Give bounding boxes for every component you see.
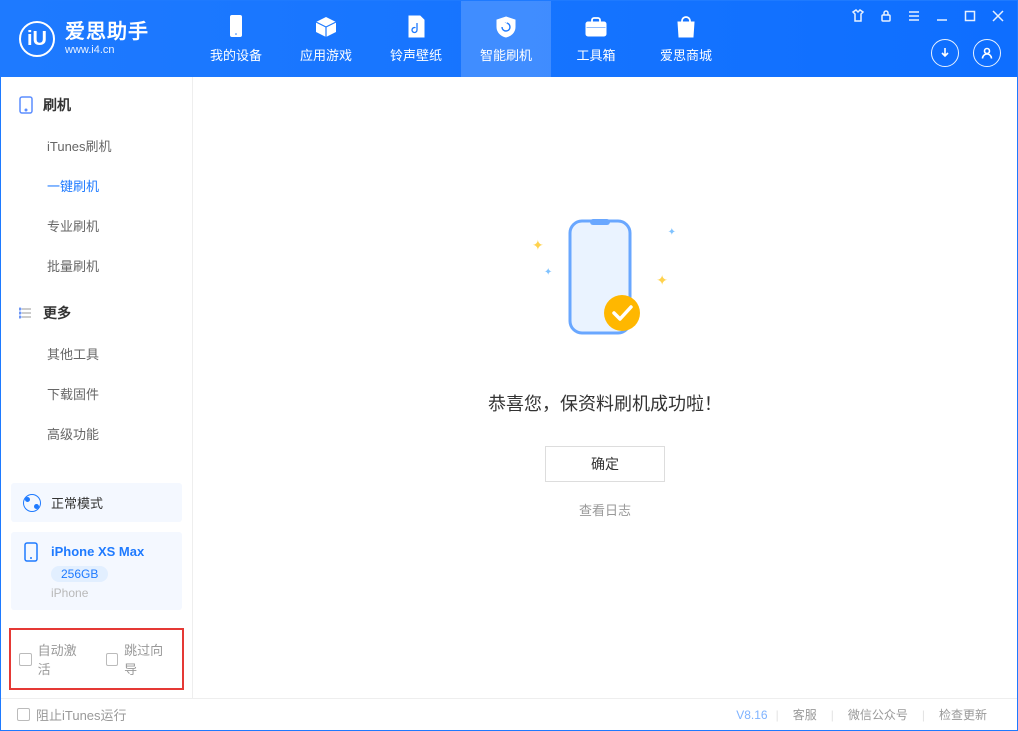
sidebar-section-flash: 刷机 (1, 77, 192, 125)
sidebar-item-label: iTunes刷机 (47, 136, 112, 155)
minimize-icon[interactable] (935, 9, 949, 23)
version-label: V8.16 (736, 708, 767, 722)
footer: 阻止iTunes运行 V8.16 | 客服 | 微信公众号 | 检查更新 (1, 698, 1017, 730)
list-icon (19, 306, 33, 320)
header: iU 爱思助手 www.i4.cn 我的设备 应用游戏 (1, 1, 1017, 77)
view-log-label: 查看日志 (579, 503, 631, 518)
user-button[interactable] (973, 39, 1001, 67)
titlebar-controls (851, 9, 1005, 23)
phone-success-icon (562, 217, 648, 347)
nav-ringtones-wallpapers[interactable]: 铃声壁纸 (371, 1, 461, 77)
device-small-icon (19, 96, 33, 114)
nav-my-device[interactable]: 我的设备 (191, 1, 281, 77)
sparkle-icon: ✦ (532, 237, 544, 254)
mode-icon (23, 494, 41, 512)
close-icon[interactable] (991, 9, 1005, 23)
music-file-icon (403, 14, 429, 40)
device-name: iPhone XS Max (51, 544, 144, 559)
footer-link-wechat[interactable]: 微信公众号 (834, 706, 922, 723)
refresh-shield-icon (493, 14, 519, 40)
sidebar-item-batch-flash[interactable]: 批量刷机 (47, 245, 192, 285)
sidebar-section-title: 刷机 (43, 95, 71, 115)
checkbox-icon (17, 708, 30, 721)
footer-link-support[interactable]: 客服 (779, 706, 831, 723)
nav-toolbox[interactable]: 工具箱 (551, 1, 641, 77)
sidebar-item-oneclick-flash[interactable]: 一键刷机 (47, 165, 192, 205)
nav-label: 应用游戏 (300, 45, 352, 64)
sidebar-item-advanced[interactable]: 高级功能 (47, 413, 192, 453)
nav-store[interactable]: 爱思商城 (641, 1, 731, 77)
nav-apps-games[interactable]: 应用游戏 (281, 1, 371, 77)
app-subtitle: www.i4.cn (65, 44, 149, 57)
device-capacity: 256GB (51, 566, 108, 582)
briefcase-icon (583, 14, 609, 40)
block-itunes-checkbox[interactable]: 阻止iTunes运行 (17, 705, 127, 724)
nav-label: 我的设备 (210, 45, 262, 64)
device-info-box[interactable]: iPhone XS Max 256GB iPhone (11, 532, 182, 610)
checkbox-icon (106, 653, 119, 666)
sidebar-item-label: 其他工具 (47, 344, 99, 363)
sidebar-item-label: 批量刷机 (47, 256, 99, 275)
auto-activate-checkbox[interactable]: 自动激活 (19, 640, 88, 678)
maximize-icon[interactable] (963, 9, 977, 23)
nav-label: 铃声壁纸 (390, 45, 442, 64)
body: 刷机 iTunes刷机 一键刷机 专业刷机 批量刷机 更多 其他工具 下载固件 … (1, 77, 1017, 698)
checkbox-label: 跳过向导 (124, 640, 174, 678)
sidebar: 刷机 iTunes刷机 一键刷机 专业刷机 批量刷机 更多 其他工具 下载固件 … (1, 77, 193, 698)
download-button[interactable] (931, 39, 959, 67)
sidebar-section-title: 更多 (43, 303, 71, 323)
nav-label: 爱思商城 (660, 45, 712, 64)
sparkle-icon: ✦ (656, 272, 668, 289)
phone-icon (223, 14, 249, 40)
sidebar-section-more: 更多 (1, 285, 192, 333)
view-log-link[interactable]: 查看日志 (579, 500, 631, 519)
ok-button[interactable]: 确定 (545, 446, 665, 482)
sparkle-icon: ✦ (668, 227, 676, 238)
ok-button-label: 确定 (591, 454, 619, 474)
header-action-buttons (931, 39, 1001, 67)
sidebar-flash-list: iTunes刷机 一键刷机 专业刷机 批量刷机 (1, 125, 192, 285)
sidebar-more-list: 其他工具 下载固件 高级功能 (1, 333, 192, 453)
sidebar-item-label: 高级功能 (47, 424, 99, 443)
nav-label: 智能刷机 (480, 45, 532, 64)
sidebar-item-other-tools[interactable]: 其他工具 (47, 333, 192, 373)
main-content: ✦ ✦ ✦ ✦ 恭喜您，保资料刷机成功啦！ 确定 查看日志 (193, 77, 1017, 698)
skip-guide-checkbox[interactable]: 跳过向导 (106, 640, 175, 678)
sparkle-icon: ✦ (544, 267, 552, 278)
success-illustration: ✦ ✦ ✦ ✦ (562, 217, 648, 350)
app-logo-icon: iU (19, 21, 55, 57)
nav-label: 工具箱 (576, 45, 615, 64)
sidebar-item-pro-flash[interactable]: 专业刷机 (47, 205, 192, 245)
cube-icon (313, 14, 339, 40)
menu-icon[interactable] (907, 9, 921, 23)
logo-text: 爱思助手 www.i4.cn (65, 20, 149, 57)
app-title: 爱思助手 (65, 20, 149, 44)
lock-icon[interactable] (879, 9, 893, 23)
app-window: iU 爱思助手 www.i4.cn 我的设备 应用游戏 (0, 0, 1018, 731)
sidebar-item-label: 专业刷机 (47, 216, 99, 235)
nav-smart-flash[interactable]: 智能刷机 (461, 1, 551, 77)
checkbox-icon (19, 653, 32, 666)
top-nav: 我的设备 应用游戏 铃声壁纸 智能刷机 (191, 1, 731, 77)
sidebar-item-download-firmware[interactable]: 下载固件 (47, 373, 192, 413)
highlight-options-box: 自动激活 跳过向导 (9, 628, 184, 690)
logo-area: iU 爱思助手 www.i4.cn (1, 1, 191, 77)
footer-link-update[interactable]: 检查更新 (925, 706, 1001, 723)
device-type: iPhone (51, 586, 170, 600)
tshirt-icon[interactable] (851, 9, 865, 23)
sidebar-item-label: 一键刷机 (47, 176, 99, 195)
success-message: 恭喜您，保资料刷机成功啦！ (488, 390, 722, 416)
sidebar-item-label: 下载固件 (47, 384, 99, 403)
checkbox-label: 阻止iTunes运行 (36, 705, 127, 724)
shopping-bag-icon (673, 14, 699, 40)
checkbox-label: 自动激活 (38, 640, 88, 678)
mode-label: 正常模式 (51, 493, 103, 512)
sidebar-item-itunes-flash[interactable]: iTunes刷机 (47, 125, 192, 165)
device-phone-icon (23, 542, 41, 560)
mode-status-box[interactable]: 正常模式 (11, 483, 182, 522)
